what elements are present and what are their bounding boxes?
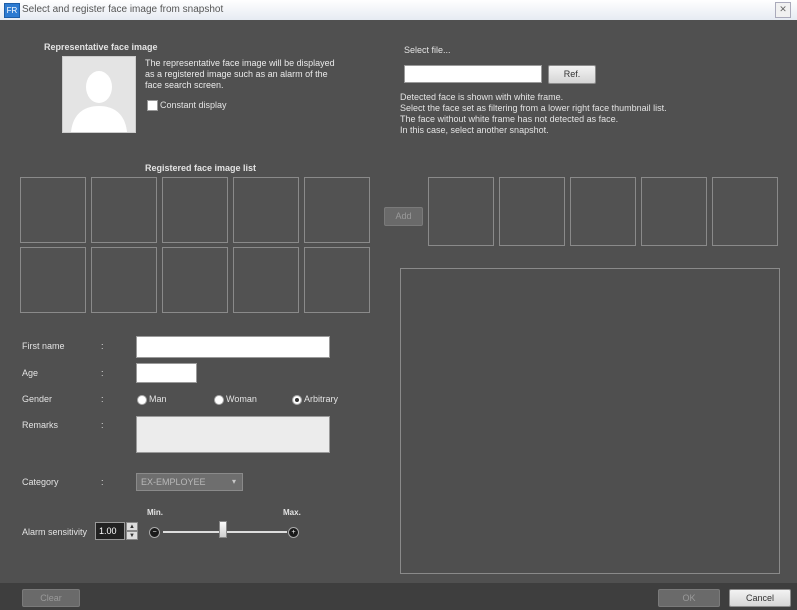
detected-face-thumbnail[interactable]: [499, 177, 565, 246]
cancel-button[interactable]: Cancel: [729, 589, 791, 607]
remarks-colon: :: [101, 420, 104, 430]
registered-face-slot[interactable]: [233, 177, 299, 243]
registered-face-slot[interactable]: [304, 177, 370, 243]
registered-face-grid: [20, 177, 372, 317]
first-name-field[interactable]: [136, 336, 330, 358]
gender-woman-label: Woman: [226, 394, 257, 404]
ref-button[interactable]: Ref.: [548, 65, 596, 84]
category-label: Category: [22, 477, 59, 487]
snapshot-preview[interactable]: [400, 268, 780, 574]
gender-colon: :: [101, 394, 104, 404]
registered-face-slot[interactable]: [304, 247, 370, 313]
registered-face-slot[interactable]: [20, 247, 86, 313]
gender-man-radio[interactable]: [137, 395, 147, 405]
first-name-colon: :: [101, 341, 104, 351]
registered-face-slot[interactable]: [20, 177, 86, 243]
spin-up-icon[interactable]: ▲: [126, 522, 138, 531]
alarm-sensitivity-value[interactable]: 1.00: [95, 522, 125, 540]
detected-face-thumbnail[interactable]: [428, 177, 494, 246]
category-select[interactable]: EX-EMPLOYEE ▾: [136, 473, 243, 491]
gender-arbitrary-label: Arbitrary: [304, 394, 339, 404]
select-file-heading: Select file...: [404, 45, 451, 55]
alarm-sensitivity-label: Alarm sensitivity: [22, 527, 88, 537]
registered-face-slot[interactable]: [91, 177, 157, 243]
detected-face-thumbnail[interactable]: [712, 177, 778, 246]
spin-down-icon[interactable]: ▼: [126, 531, 138, 540]
window-title: Select and register face image from snap…: [22, 4, 224, 15]
ok-button[interactable]: OK: [658, 589, 720, 607]
representative-description: The representative face image will be di…: [145, 58, 335, 90]
registered-face-slot[interactable]: [162, 177, 228, 243]
gender-woman-radio[interactable]: [214, 395, 224, 405]
detected-face-thumbnail[interactable]: [570, 177, 636, 246]
app-icon: FR: [4, 3, 20, 18]
gender-man-label: Man: [149, 394, 167, 404]
detected-face-thumbnail[interactable]: [641, 177, 707, 246]
decrease-sensitivity-icon[interactable]: −: [149, 527, 160, 538]
gender-arbitrary-radio[interactable]: [292, 395, 302, 405]
category-value: EX-EMPLOYEE: [141, 477, 206, 487]
age-field[interactable]: [136, 363, 197, 383]
representative-heading: Representative face image: [44, 42, 158, 52]
avatar-silhouette-icon: [63, 57, 135, 132]
age-label: Age: [22, 368, 39, 378]
select-info-line: In this case, select another snapshot.: [400, 125, 549, 135]
remarks-label: Remarks: [22, 420, 59, 430]
first-name-label: First name: [22, 341, 65, 351]
registered-face-slot[interactable]: [91, 247, 157, 313]
select-info-line: The face without white frame has not det…: [400, 114, 619, 124]
add-button[interactable]: Add: [384, 207, 423, 226]
select-info-line: Detected face is shown with white frame.: [400, 92, 564, 102]
remarks-field[interactable]: [136, 416, 330, 453]
representative-face-image[interactable]: [62, 56, 136, 133]
file-path-input[interactable]: [404, 65, 542, 83]
registered-face-slot[interactable]: [233, 247, 299, 313]
registered-face-slot[interactable]: [162, 247, 228, 313]
slider-min-label: Min.: [147, 508, 163, 517]
gender-label: Gender: [22, 394, 53, 404]
slider-max-label: Max.: [283, 508, 301, 517]
category-colon: :: [101, 477, 104, 487]
constant-display-label: Constant display: [160, 100, 227, 110]
increase-sensitivity-icon[interactable]: +: [288, 527, 299, 538]
select-info-line: Select the face set as filtering from a …: [400, 103, 667, 113]
title-bar: FR Select and register face image from s…: [0, 0, 797, 21]
age-colon: :: [101, 368, 104, 378]
detected-face-thumbnails: [428, 177, 780, 247]
clear-button[interactable]: Clear: [22, 589, 80, 607]
slider-thumb[interactable]: [219, 521, 227, 538]
chevron-down-icon: ▾: [231, 477, 236, 486]
close-icon[interactable]: ✕: [775, 2, 791, 18]
constant-display-checkbox[interactable]: [147, 100, 158, 111]
registered-list-heading: Registered face image list: [145, 163, 257, 173]
